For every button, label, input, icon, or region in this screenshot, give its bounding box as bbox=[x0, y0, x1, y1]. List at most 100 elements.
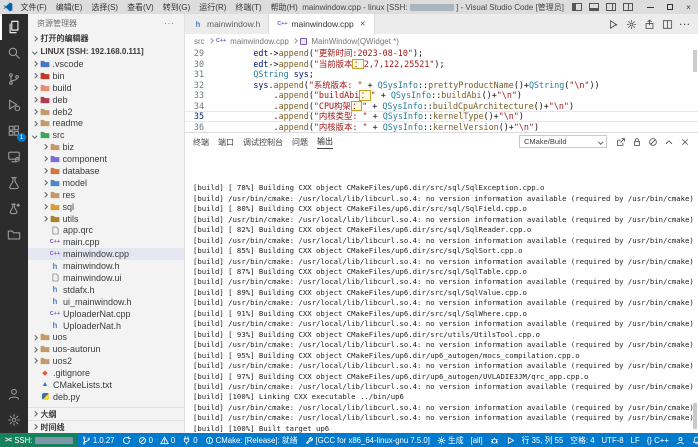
status-encoding[interactable]: UTF-8 bbox=[598, 433, 627, 447]
output-scrollbar[interactable] bbox=[693, 403, 697, 429]
status-cmake-status[interactable]: CMake: [Release]: 就绪 bbox=[201, 433, 301, 447]
more-icon[interactable]: ··· bbox=[680, 19, 692, 29]
editor-scrollbar[interactable] bbox=[693, 50, 697, 72]
activity-project-manager-icon[interactable] bbox=[0, 222, 28, 248]
tree-item-ui-mainwindow-h[interactable]: h ui_mainwindow.h bbox=[28, 296, 184, 308]
minimize-button[interactable] bbox=[641, 0, 660, 14]
status-ports[interactable]: 0 bbox=[179, 433, 201, 447]
breadcrumb[interactable]: src C++ mainwindow.cpp MainWindow(QWidget *… bbox=[185, 34, 698, 48]
workspace-section[interactable]: LINUX [SSH: 192.168.0.111] bbox=[28, 45, 184, 58]
tree-item--gitignore[interactable]: ◆ .gitignore bbox=[28, 367, 184, 379]
menu-item-8[interactable]: 帮助(H) bbox=[266, 2, 302, 13]
tree-item-main-cpp[interactable]: C++ main.cpp bbox=[28, 236, 184, 248]
split-editor-icon[interactable] bbox=[662, 19, 673, 30]
panel-tab-终端[interactable]: 终端 bbox=[193, 135, 209, 149]
breadcrumb-item[interactable]: MainWindow(QWidget *) bbox=[311, 37, 399, 46]
activity-extensions-icon[interactable]: 1 bbox=[0, 118, 28, 144]
activity-test-explorer-icon[interactable] bbox=[0, 170, 28, 196]
sidebar-more-actions-icon[interactable]: ··· bbox=[164, 19, 175, 28]
export-icon[interactable] bbox=[644, 19, 655, 30]
activity-settings-icon[interactable] bbox=[0, 407, 28, 433]
activity-remote-explorer-icon[interactable] bbox=[0, 144, 28, 170]
timeline-section[interactable]: 时间线 bbox=[28, 420, 184, 433]
maximize-button[interactable] bbox=[660, 0, 679, 14]
menu-item-3[interactable]: 选择(S) bbox=[87, 2, 123, 13]
run-icon[interactable] bbox=[608, 19, 619, 30]
status-cmake-target[interactable]: [all] bbox=[467, 433, 486, 447]
tree-item-bin[interactable]: bin bbox=[28, 70, 184, 82]
status-notifications[interactable] bbox=[688, 433, 698, 447]
status-feedback[interactable] bbox=[672, 433, 688, 447]
panel-tab-端口[interactable]: 端口 bbox=[218, 135, 234, 149]
status-git-branch[interactable]: 1.0.27 bbox=[78, 433, 118, 447]
tree-item-component[interactable]: component bbox=[28, 153, 184, 165]
toggle-sidebar-icon[interactable] bbox=[572, 3, 582, 11]
tree-item-res[interactable]: res bbox=[28, 189, 184, 201]
breadcrumb-item[interactable]: src bbox=[194, 37, 205, 46]
menu-item-4[interactable]: 查看(V) bbox=[123, 2, 159, 13]
status-eol[interactable]: LF bbox=[627, 433, 643, 447]
tree-item-mainwindow-ui[interactable]: mainwindow.ui bbox=[28, 272, 184, 284]
tree-item-deb2[interactable]: deb2 bbox=[28, 106, 184, 118]
status-cursor-position[interactable]: 行 35, 列 55 bbox=[518, 433, 567, 447]
tab-mainwindow-cpp[interactable]: C++ mainwindow.cpp ✕ bbox=[269, 14, 375, 34]
tab-mainwindow-h[interactable]: h mainwindow.h bbox=[185, 14, 270, 34]
activity-cmake-icon[interactable] bbox=[0, 196, 28, 222]
tree-item-mainwindow-h[interactable]: h mainwindow.h bbox=[28, 260, 184, 272]
menu-item-7[interactable]: 终端(T) bbox=[231, 2, 266, 13]
tree-item-deb-py[interactable]: deb.py bbox=[28, 391, 184, 403]
tree-item-readme[interactable]: readme bbox=[28, 117, 184, 129]
tree-item-uos2[interactable]: uos2 bbox=[28, 355, 184, 367]
tree-item-sql[interactable]: sql bbox=[28, 201, 184, 213]
code-editor[interactable]: 29 edt -> append("更新时间:2023-08-10"); 30 edt… bbox=[185, 48, 698, 132]
tree-item--vscode[interactable]: .vscode bbox=[28, 58, 184, 70]
panel-tab-输出[interactable]: 输出 bbox=[317, 134, 333, 149]
tree-item-build[interactable]: build bbox=[28, 82, 184, 94]
output-console[interactable]: [build] [ 78%] Building CXX object CMake… bbox=[185, 150, 698, 433]
tree-item-app-qrc[interactable]: app.qrc bbox=[28, 224, 184, 236]
tree-item-utils[interactable]: utils bbox=[28, 213, 184, 225]
menu-item-1[interactable]: 文件(F) bbox=[16, 2, 51, 13]
tree-item-deb[interactable]: deb bbox=[28, 94, 184, 106]
breadcrumb-item[interactable]: mainwindow.cpp bbox=[230, 37, 289, 46]
status-language-mode[interactable]: {} C++ bbox=[643, 433, 672, 447]
menu-item-5[interactable]: 转到(G) bbox=[158, 2, 195, 13]
outline-section[interactable]: 大纲 bbox=[28, 407, 184, 420]
activity-run-debug-icon[interactable] bbox=[0, 92, 28, 118]
close-panel-icon[interactable] bbox=[680, 137, 690, 147]
status-problems-errors[interactable]: 0 bbox=[134, 433, 156, 447]
status-remote-indicator[interactable]: >< SSH: bbox=[0, 433, 79, 447]
lock-scroll-icon[interactable] bbox=[632, 137, 642, 147]
toggle-secondary-sidebar-icon[interactable] bbox=[606, 3, 616, 11]
activity-explorer-icon[interactable] bbox=[0, 14, 28, 40]
status-cmake-build[interactable]: 生成 bbox=[433, 433, 467, 447]
tree-item-model[interactable]: model bbox=[28, 177, 184, 189]
activity-account-icon[interactable] bbox=[0, 381, 28, 407]
status-git-sync[interactable] bbox=[118, 433, 134, 447]
close-button[interactable]: × bbox=[679, 0, 698, 14]
status-problems-warnings[interactable]: 0 bbox=[156, 433, 178, 447]
customize-layout-icon[interactable] bbox=[623, 3, 633, 11]
tab-close-icon[interactable]: ✕ bbox=[360, 20, 366, 28]
menu-item-2[interactable]: 编辑(E) bbox=[51, 2, 87, 13]
tree-item-database[interactable]: database bbox=[28, 165, 184, 177]
tree-item-uploadernat-cpp[interactable]: C++ UploaderNat.cpp bbox=[28, 308, 184, 320]
output-channel-select[interactable]: CMake/Build bbox=[519, 135, 607, 148]
tree-item-biz[interactable]: biz bbox=[28, 141, 184, 153]
tree-item-uos-autorun[interactable]: uos-autorun bbox=[28, 343, 184, 355]
menu-item-6[interactable]: 运行(R) bbox=[195, 2, 231, 13]
activity-search-icon[interactable] bbox=[0, 40, 28, 66]
panel-tab-问题[interactable]: 问题 bbox=[292, 135, 308, 149]
activity-source-control-icon[interactable] bbox=[0, 66, 28, 92]
settings-gear-icon[interactable] bbox=[626, 19, 637, 30]
status-cmake-launch[interactable] bbox=[502, 433, 518, 447]
tree-item-cmakelists-txt[interactable]: ▲ CMakeLists.txt bbox=[28, 379, 184, 391]
panel-tab-调试控制台[interactable]: 调试控制台 bbox=[243, 135, 283, 149]
tree-item-src[interactable]: src bbox=[28, 129, 184, 141]
status-indentation[interactable]: 空格: 4 bbox=[567, 433, 598, 447]
toggle-panel-icon[interactable] bbox=[589, 3, 599, 11]
tree-item-uos[interactable]: uos bbox=[28, 331, 184, 343]
open-output-editor-icon[interactable] bbox=[616, 137, 626, 147]
open-editors-section[interactable]: 打开的编辑器 bbox=[28, 32, 184, 45]
clear-output-icon[interactable] bbox=[648, 137, 658, 147]
